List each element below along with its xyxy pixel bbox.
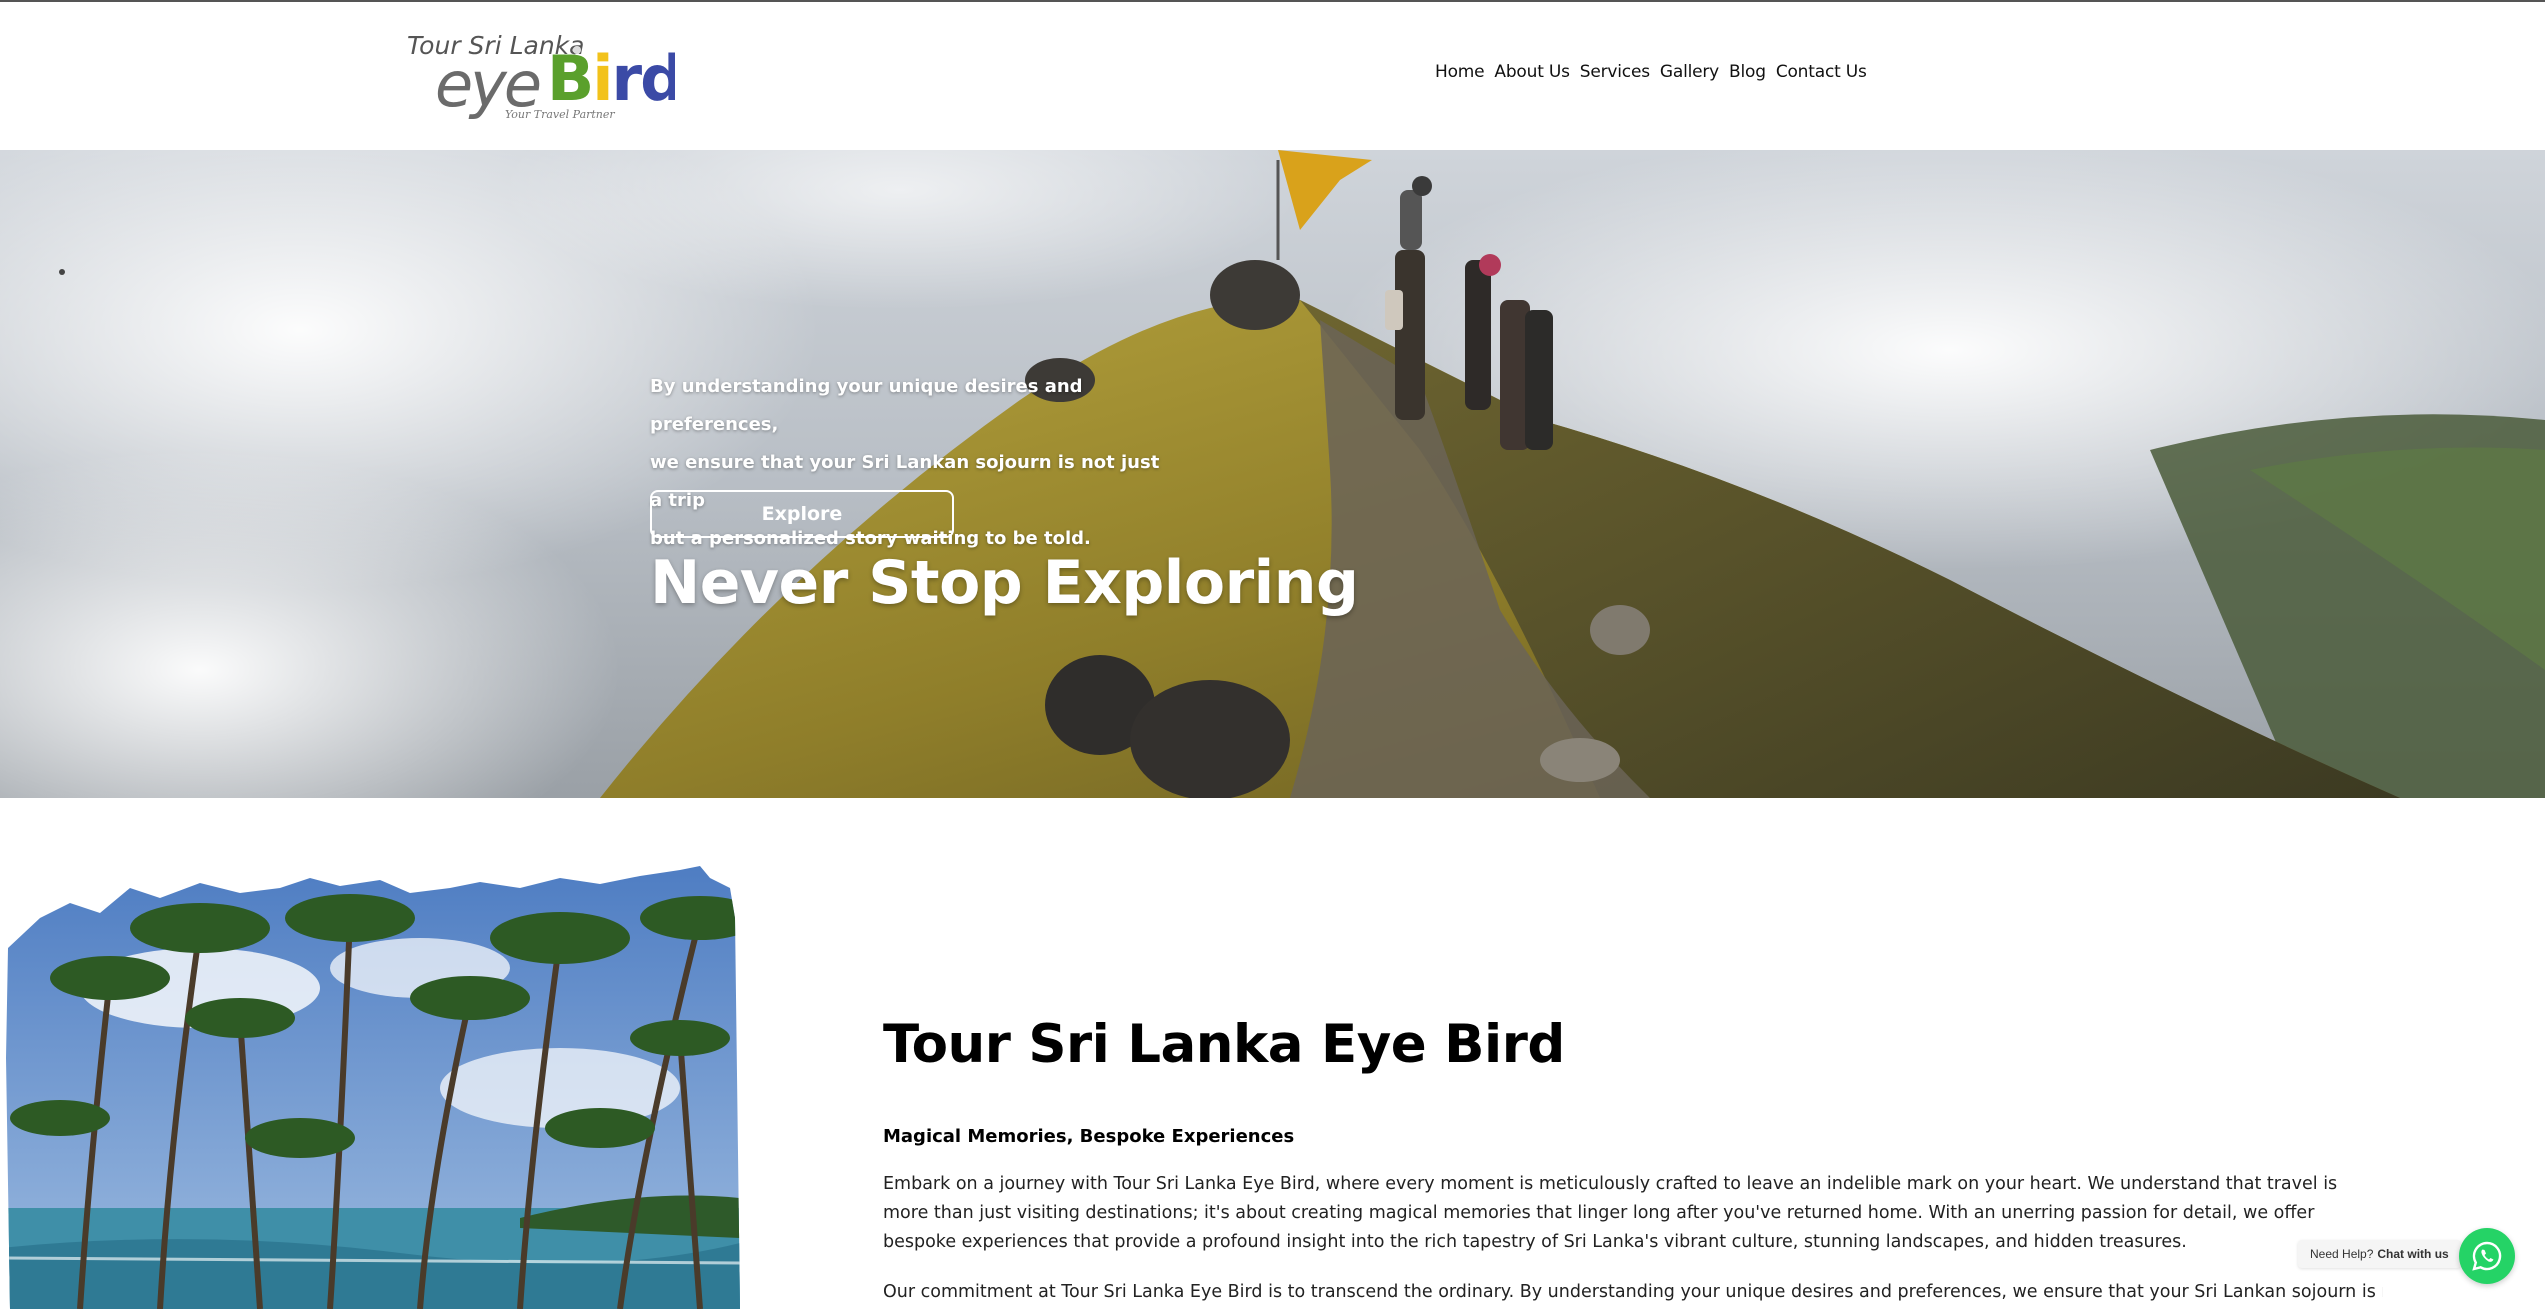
nav-gallery[interactable]: Gallery — [1660, 62, 1719, 82]
nav-about-us[interactable]: About Us — [1494, 62, 1570, 82]
explore-button[interactable]: Explore — [650, 490, 954, 538]
whatsapp-help-bubble[interactable]: Need Help? Chat with us — [2298, 1240, 2461, 1268]
logo-text-bird: Bird — [547, 42, 675, 115]
hero-section: By understanding your unique desires and… — [0, 150, 2545, 798]
main-nav: Home About Us Services Gallery Blog Cont… — [1435, 62, 1867, 82]
about-title: Tour Sri Lanka Eye Bird — [883, 1014, 1565, 1075]
whatsapp-help-label: Chat with us — [2377, 1247, 2449, 1261]
nav-blog[interactable]: Blog — [1729, 62, 1766, 82]
site-header: Tour Sri Lanka eye Bird Your Travel Part… — [0, 2, 2545, 150]
site-logo[interactable]: Tour Sri Lanka eye Bird Your Travel Part… — [405, 28, 685, 121]
hero-title: Never Stop Exploring — [650, 548, 1359, 618]
nav-home[interactable]: Home — [1435, 62, 1485, 82]
whatsapp-icon — [2472, 1241, 2502, 1271]
hero-background-image — [0, 150, 2545, 798]
about-paragraph-1: Embark on a journey with Tour Sri Lanka … — [883, 1174, 2338, 1252]
whatsapp-chat-button[interactable] — [2459, 1228, 2515, 1284]
hero-description-line-1: By understanding your unique desires and… — [650, 376, 1083, 435]
about-paragraph-2: Our commitment at Tour Sri Lanka Eye Bir… — [883, 1282, 2383, 1302]
logo-tagline: Your Travel Partner — [505, 108, 615, 120]
about-subtitle: Magical Memories, Bespoke Experiences — [883, 1126, 1295, 1147]
whatsapp-help-prefix: Need Help? — [2310, 1247, 2374, 1261]
palm-trees-image — [0, 858, 740, 1309]
nav-contact-us[interactable]: Contact Us — [1776, 62, 1867, 82]
nav-services[interactable]: Services — [1580, 62, 1650, 82]
